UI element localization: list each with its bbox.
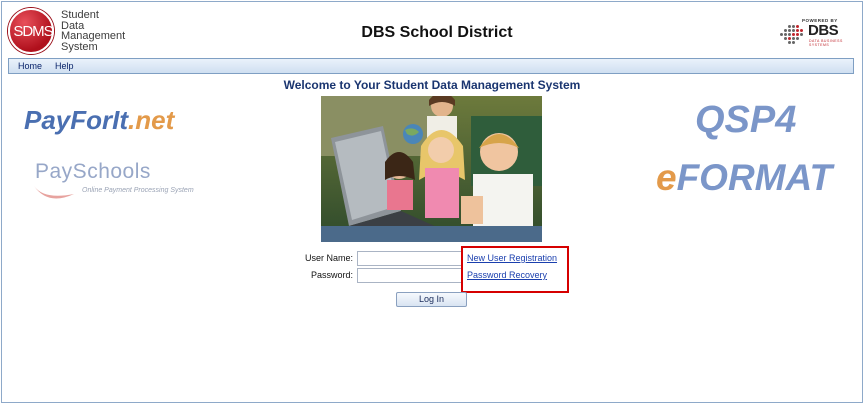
dbs-logo-text: DBS	[808, 22, 839, 39]
menu-bar: Home Help	[8, 58, 854, 74]
qsp4-logo: QSP4	[695, 99, 797, 141]
payschools-logo-tagline: Online Payment Processing System	[82, 187, 194, 194]
sdms-logo-badge-text: SDMS	[13, 23, 53, 40]
page-title: DBS School District	[361, 24, 513, 41]
sdms-logo-word: System	[61, 40, 98, 53]
payschools-logo-text: PaySchools	[35, 160, 151, 183]
sdms-logo-badge: SDMS	[8, 8, 54, 54]
app-window: SDMS Student Data Management System DBS …	[1, 1, 863, 403]
eformat-logo: eFORMAT	[656, 157, 832, 199]
students-photo	[321, 96, 542, 242]
welcome-heading: Welcome to Your Student Data Management …	[283, 78, 581, 92]
menu-item-help[interactable]: Help	[55, 61, 74, 71]
dbs-logo-subtext: DATA BUSINESS SYSTEMS	[809, 39, 843, 47]
username-input[interactable]	[357, 251, 463, 266]
new-user-registration-link[interactable]: New User Registration	[467, 253, 557, 263]
password-recovery-link[interactable]: Password Recovery	[467, 270, 547, 280]
sdms-logo: SDMS Student Data Management System	[8, 8, 138, 54]
dbs-logo: POWERED BY DBS DATA BUSINESS SYSTEMS	[776, 18, 846, 50]
payforit-logo-text: PayForIt	[24, 105, 129, 135]
sdms-logo-wordmark: Student Data Management System	[61, 10, 141, 52]
dbs-dots-icon	[780, 25, 804, 47]
eformat-logo-text: FORMAT	[676, 157, 833, 198]
students-photo-illustration	[321, 96, 542, 242]
payforit-logo-suffix: .net	[128, 105, 175, 135]
password-label: Password:	[310, 270, 353, 280]
username-label: User Name:	[304, 253, 353, 263]
password-input[interactable]	[357, 268, 463, 283]
login-button[interactable]: Log In	[396, 292, 467, 307]
header: SDMS Student Data Management System DBS …	[2, 2, 862, 56]
payschools-logo: PaySchools Online Payment Processing Sys…	[32, 160, 212, 202]
sdms-logo-word: Student	[61, 9, 99, 21]
payforit-logo: PayForIt.net	[24, 105, 214, 137]
eformat-logo-e: e	[656, 157, 677, 198]
menu-item-home[interactable]: Home	[18, 61, 42, 71]
sdms-logo-word: Management	[61, 30, 126, 42]
